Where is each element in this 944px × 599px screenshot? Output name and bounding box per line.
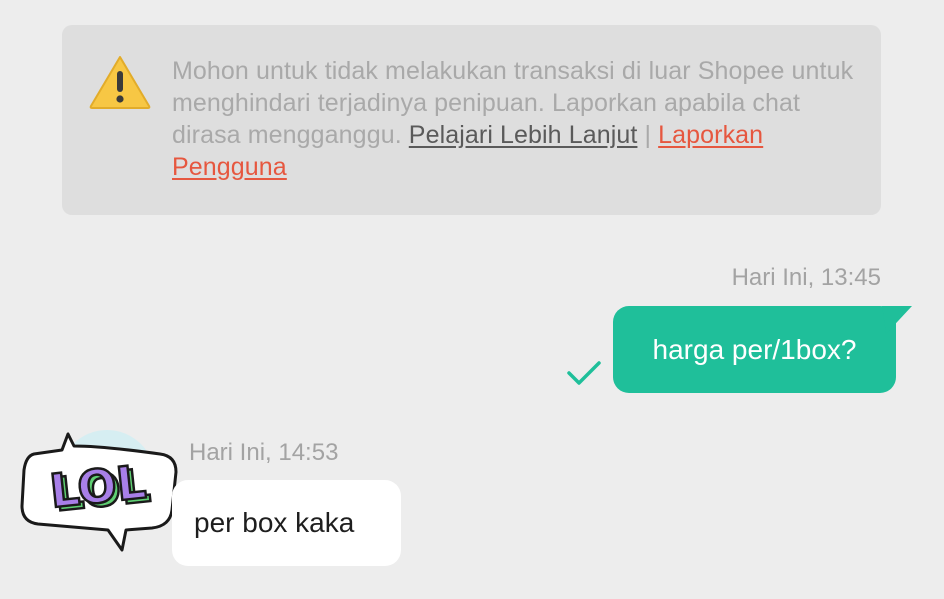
- outgoing-bubble-tail: [882, 306, 912, 334]
- check-icon: [567, 361, 601, 385]
- notice-message: Mohon untuk tidak melakukan transaksi di…: [172, 55, 862, 183]
- lol-sticker-avatar[interactable]: LOL LOL: [12, 426, 182, 556]
- outgoing-message-bubble[interactable]: harga per/1box?: [613, 306, 896, 393]
- incoming-message-bubble[interactable]: per box kaka: [172, 480, 401, 566]
- outgoing-timestamp: Hari Ini, 13:45: [731, 264, 881, 291]
- link-separator: |: [637, 121, 659, 149]
- outgoing-message-text: harga per/1box?: [652, 333, 857, 365]
- incoming-timestamp: Hari Ini, 14:53: [189, 439, 339, 466]
- learn-more-link[interactable]: Pelajari Lebih Lanjut: [409, 121, 638, 149]
- incoming-message-text: per box kaka: [194, 507, 355, 538]
- svg-text:LOL: LOL: [47, 455, 148, 519]
- warning-icon: [89, 56, 151, 109]
- sticker-lol-text: LOL LOL: [46, 453, 154, 523]
